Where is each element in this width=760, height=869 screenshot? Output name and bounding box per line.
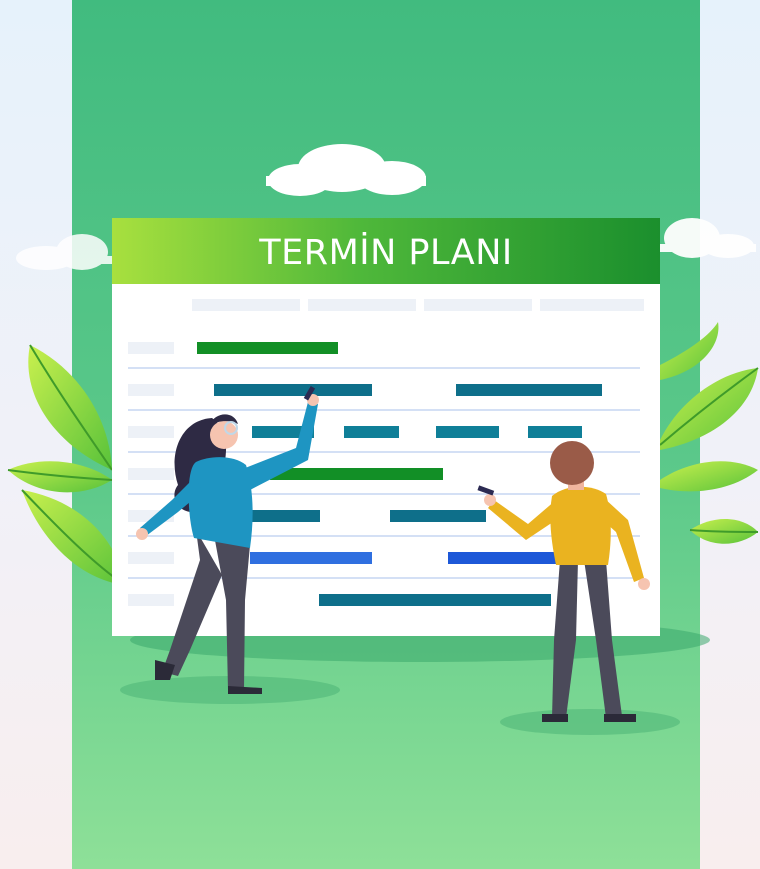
gantt-bar: [344, 426, 399, 438]
termin-plan-illustration: TERMİN PLANI: [7, 0, 759, 869]
gantt-bar: [214, 384, 372, 396]
column-header-placeholder: [192, 299, 300, 311]
gantt-bar: [456, 384, 602, 396]
board-title: TERMİN PLANI: [258, 231, 513, 273]
gantt-bar: [319, 594, 551, 606]
column-header-placeholder: [308, 299, 416, 311]
leaf-icon: [689, 518, 759, 544]
gantt-bar: [528, 426, 582, 438]
column-header-placeholder: [424, 299, 532, 311]
gantt-bar: [448, 552, 556, 564]
gantt-bar: [270, 468, 443, 480]
man-shadow: [500, 709, 680, 735]
gantt-bar: [390, 510, 486, 522]
column-header-placeholder: [540, 299, 644, 311]
gantt-bar: [436, 426, 499, 438]
gantt-bar: [197, 342, 338, 354]
gantt-bar: [250, 552, 372, 564]
cloud-icon: [16, 234, 112, 270]
cloud-icon: [660, 218, 756, 258]
